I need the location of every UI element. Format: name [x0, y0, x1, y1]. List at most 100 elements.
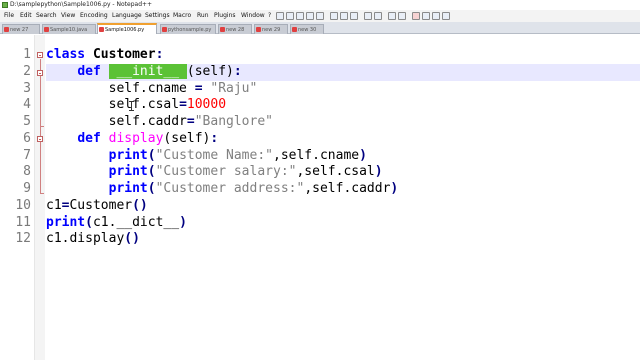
code-line-12[interactable]: c1.display()	[46, 231, 140, 246]
cut-icon[interactable]	[330, 12, 338, 20]
code-token: c1.display	[46, 231, 125, 246]
code-token: "Banglore"	[194, 114, 273, 129]
code-token: __init__	[108, 64, 187, 79]
tab-sample10-java[interactable]: Sample10.java	[42, 24, 96, 34]
code-token: c1.__dict__	[92, 215, 180, 230]
code-line-11[interactable]: print(c1.__dict__)	[46, 215, 187, 230]
tab-label: new 28	[226, 27, 245, 33]
line-number: 1	[23, 47, 31, 62]
redo-icon[interactable]	[374, 12, 382, 20]
file-icon	[220, 27, 225, 32]
menu-macro[interactable]: Macro	[173, 10, 191, 22]
fold-end	[40, 126, 44, 127]
code-token: =	[194, 81, 203, 96]
replace-icon[interactable]	[398, 12, 406, 20]
line-number: 8	[23, 164, 31, 179]
code-token: def	[77, 131, 109, 146]
record-macro-icon[interactable]	[412, 12, 420, 20]
file-icon	[99, 27, 104, 32]
code-line-8[interactable]: print("Customer salary:",self.csal)	[46, 164, 383, 179]
save-macro-icon[interactable]	[442, 12, 450, 20]
code-token: "Raju"	[202, 81, 258, 96]
file-icon	[44, 27, 49, 32]
tab-pythonsample-py[interactable]: pythonsample.py	[160, 24, 216, 34]
fold-toggle-icon[interactable]	[37, 52, 43, 58]
save-icon[interactable]	[296, 12, 304, 20]
menu-edit[interactable]: Edit	[20, 10, 32, 22]
open-file-icon[interactable]	[286, 12, 294, 20]
code-line-6[interactable]: def display(self):	[46, 131, 218, 146]
new-file-icon[interactable]	[276, 12, 284, 20]
code-token: "Customer address:"	[155, 181, 305, 196]
code-token: class	[46, 47, 93, 62]
window-title: D:\samplepython\Sample1006.py - Notepad+…	[10, 1, 153, 8]
tab-new-27[interactable]: new 27	[2, 24, 40, 34]
code-token: def	[77, 64, 109, 79]
fold-toggle-icon[interactable]	[37, 70, 43, 76]
line-number: 11	[15, 215, 31, 230]
code-editor[interactable]: 1 2 3 4 5 6 7 8 9 10 11 12 class Custome…	[0, 35, 640, 360]
code-token: "Custome Name:"	[155, 148, 273, 163]
tab-label: new 29	[262, 27, 281, 33]
tab-new-29[interactable]: new 29	[254, 24, 288, 34]
menu-file[interactable]: File	[4, 10, 14, 22]
code-token: =	[186, 114, 195, 129]
find-icon[interactable]	[388, 12, 396, 20]
code-token: print	[46, 215, 86, 230]
menu-language[interactable]: Language	[112, 10, 142, 22]
code-line-2[interactable]: def __init__ (self):	[46, 64, 242, 79]
toolbar	[262, 10, 452, 22]
paste-icon[interactable]	[350, 12, 358, 20]
code-token: Customer	[69, 198, 133, 213]
code-line-4[interactable]: self.csal=10000	[46, 97, 226, 112]
file-icon	[292, 27, 297, 32]
code-token: )	[179, 215, 187, 230]
code-line-10[interactable]: c1=Customer()	[46, 198, 148, 213]
code-token: :	[155, 47, 164, 62]
tab-label: new 30	[298, 27, 317, 33]
menu-view[interactable]: View	[61, 10, 75, 22]
code-token: :	[210, 131, 219, 146]
line-number: 4	[23, 97, 31, 112]
stop-macro-icon[interactable]	[422, 12, 430, 20]
tab-label: Sample10.java	[50, 27, 88, 33]
line-number: 7	[23, 148, 31, 163]
tab-sample1006-py[interactable]: Sample1006.py	[97, 23, 157, 34]
undo-icon[interactable]	[364, 12, 372, 20]
menu-run[interactable]: Run	[197, 10, 209, 22]
file-icon	[256, 27, 261, 32]
code-token: ()	[124, 231, 140, 246]
code-token: )	[374, 164, 383, 179]
code-token: =	[179, 97, 187, 112]
code-token: (	[147, 164, 156, 179]
tab-label: pythonsample.py	[168, 27, 212, 33]
play-macro-icon[interactable]	[432, 12, 440, 20]
menu-settings[interactable]: Settings	[145, 10, 170, 22]
code-token: c1	[46, 198, 62, 213]
code-line-1[interactable]: class Customer:	[46, 47, 163, 62]
fold-toggle-icon[interactable]	[37, 136, 43, 142]
code-token: ,self.cname	[273, 148, 360, 163]
save-all-icon[interactable]	[306, 12, 314, 20]
ibeam-cursor-icon	[129, 101, 134, 111]
code-token: 10000	[186, 97, 227, 112]
line-number: 9	[23, 181, 31, 196]
code-token: (	[85, 215, 93, 230]
code-token: ()	[132, 198, 148, 213]
code-line-9[interactable]: print("Customer address:",self.caddr)	[46, 181, 399, 196]
code-line-5[interactable]: self.caddr="Banglore"	[46, 114, 273, 129]
code-line-3[interactable]: self.cname = "Raju"	[46, 81, 258, 96]
menu-search[interactable]: Search	[36, 10, 57, 22]
tab-new-30[interactable]: new 30	[290, 24, 324, 34]
file-icon	[162, 27, 167, 32]
close-icon[interactable]	[316, 12, 324, 20]
line-number: 5	[23, 114, 31, 129]
code-line-7[interactable]: print("Custome Name:",self.cname)	[46, 148, 367, 163]
tab-new-28[interactable]: new 28	[218, 24, 252, 34]
line-number: 6	[23, 131, 31, 146]
menu-encoding[interactable]: Encoding	[80, 10, 108, 22]
copy-icon[interactable]	[340, 12, 348, 20]
menu-plugins[interactable]: Plugins	[214, 10, 236, 22]
